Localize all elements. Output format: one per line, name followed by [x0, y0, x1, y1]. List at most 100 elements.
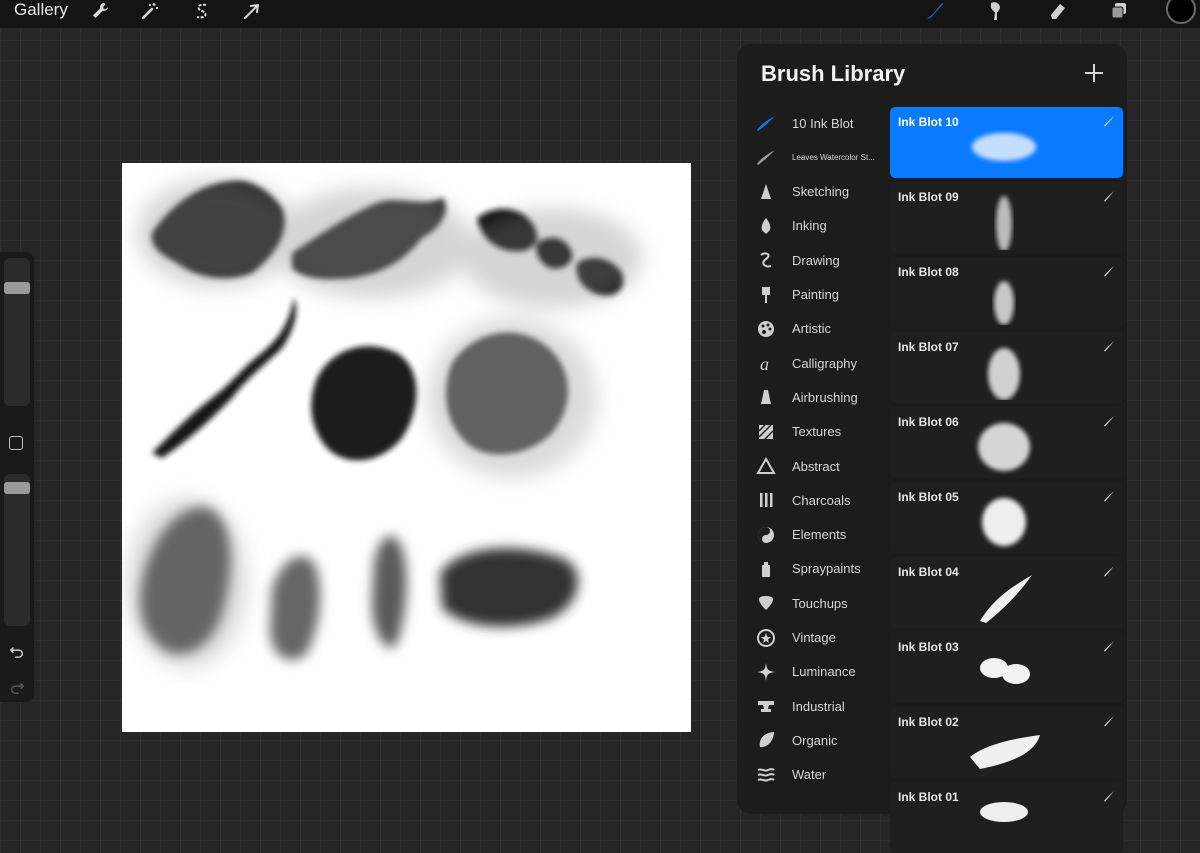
brush-set-item[interactable]: Sketching: [737, 175, 889, 209]
brush-item[interactable]: Ink Blot 06: [890, 407, 1123, 478]
brush-set-item[interactable]: Leaves Watercolor St...: [737, 140, 889, 174]
spray-can-icon: [755, 558, 777, 580]
brush-set-label: Airbrushing: [792, 389, 858, 405]
brush-set-item[interactable]: Inking: [737, 209, 889, 243]
brush-set-label: Charcoals: [792, 492, 851, 508]
brush-set-item[interactable]: Textures: [737, 415, 889, 449]
brush-stroke-preview: [940, 417, 1070, 475]
pen-nib-icon: [755, 215, 777, 237]
brush-size-thumb[interactable]: [4, 282, 30, 295]
layers-icon[interactable]: [1106, 0, 1132, 22]
brush-item[interactable]: Ink Blot 09: [890, 182, 1123, 253]
brush-stroke-preview: [940, 642, 1070, 700]
transform-arrow-icon[interactable]: [240, 0, 264, 22]
plus-icon[interactable]: [1083, 62, 1105, 84]
brush-set-label: Painting: [792, 287, 839, 302]
brush-item[interactable]: Ink Blot 01: [890, 782, 1123, 853]
brush-stroke-preview: [940, 117, 1070, 175]
color-picker-button[interactable]: [1166, 0, 1196, 24]
brush-set-label: Artistic: [792, 321, 831, 337]
brush-stroke-preview: [940, 792, 1070, 850]
brush-set-label: Touchups: [792, 595, 848, 611]
brush-size-slider[interactable]: [4, 258, 30, 406]
modify-button[interactable]: [9, 436, 23, 450]
brush-item[interactable]: Ink Blot 08: [890, 257, 1123, 328]
brush-stroke-preview: [940, 267, 1070, 325]
brush-type-icon: [1103, 639, 1115, 652]
left-sidebar: [0, 252, 34, 702]
palette-icon: [755, 318, 777, 340]
brush-set-item[interactable]: Artistic: [737, 312, 889, 346]
smudge-icon[interactable]: [982, 0, 1008, 22]
leaf-icon: [755, 729, 777, 751]
brush-item[interactable]: Ink Blot 07: [890, 332, 1123, 403]
ink-blot-artwork: [127, 178, 642, 668]
brush-type-icon: [1103, 489, 1115, 502]
brush-type-icon: [1103, 264, 1115, 277]
brush-set-label: Calligraphy: [792, 355, 858, 371]
brush-set-item[interactable]: Touchups: [737, 586, 889, 620]
undo-icon[interactable]: [8, 642, 26, 660]
selection-s-icon[interactable]: [190, 0, 214, 22]
brush-type-icon: [1103, 564, 1115, 577]
brush-stroke-preview: [940, 717, 1070, 775]
brush-item[interactable]: Ink Blot 10: [890, 107, 1123, 178]
brush-set-item[interactable]: Painting: [737, 278, 889, 312]
brush-set-item[interactable]: Spraypaints: [737, 552, 889, 586]
pencil-tip-icon: [755, 181, 777, 203]
brush-set-item[interactable]: Abstract: [737, 449, 889, 483]
brush-item[interactable]: Ink Blot 04: [890, 557, 1123, 628]
brush-type-icon: [1103, 414, 1115, 427]
brush-set-item[interactable]: Water: [737, 758, 889, 792]
brush-set-label: Spraypaints: [792, 561, 861, 577]
brush-set-item[interactable]: Organic: [737, 723, 889, 757]
brush-item[interactable]: Ink Blot 05: [890, 482, 1123, 553]
airbrush-icon: [755, 386, 777, 408]
touchup-icon: [755, 592, 777, 614]
wrench-icon[interactable]: [88, 0, 112, 22]
brush-type-icon: [1103, 339, 1115, 352]
brush-type-icon: [1103, 189, 1115, 202]
brush-set-label: Textures: [792, 424, 842, 440]
anvil-icon: [755, 695, 777, 717]
opacity-thumb[interactable]: [4, 482, 30, 495]
brush-set-item[interactable]: Luminance: [737, 655, 889, 689]
brush-set-item[interactable]: Drawing: [737, 243, 889, 277]
brush-set-label: Drawing: [792, 252, 840, 268]
brush-stroke-preview: [940, 342, 1070, 400]
brush-set-label: Abstract: [792, 458, 840, 474]
yin-yang-icon: [755, 524, 777, 546]
brush-set-item[interactable]: Charcoals: [737, 483, 889, 517]
brush-library-panel: Brush Library 10 Ink Blot Leaves Watercol…: [737, 44, 1127, 853]
brush-stroke-icon: [755, 146, 777, 168]
charcoal-icon: [755, 489, 777, 511]
redo-icon[interactable]: [8, 678, 26, 696]
brush-set-item[interactable]: 10 Ink Blot: [737, 106, 889, 140]
opacity-slider[interactable]: [4, 474, 30, 626]
brush-set-label: Inking: [792, 218, 827, 234]
brush-item[interactable]: Ink Blot 02: [890, 707, 1123, 778]
brush-set-item[interactable]: a Calligraphy: [737, 346, 889, 380]
brush-set-item[interactable]: Industrial: [737, 689, 889, 723]
drawing-canvas[interactable]: [122, 163, 691, 732]
star-badge-icon: [755, 627, 777, 649]
calligraphy-a-icon: a: [755, 352, 777, 374]
brush-item[interactable]: Ink Blot 03: [890, 632, 1123, 703]
triangle-icon: [755, 455, 777, 477]
gallery-button[interactable]: Gallery: [14, 0, 68, 20]
brush-stroke-preview: [940, 567, 1070, 625]
eraser-icon[interactable]: [1044, 0, 1070, 22]
brush-set-item[interactable]: Elements: [737, 518, 889, 552]
brush-set-label: Sketching: [792, 184, 850, 200]
brush-icon[interactable]: [922, 0, 948, 22]
texture-icon: [755, 421, 777, 443]
brush-stroke-preview: [940, 192, 1070, 252]
magic-wand-icon[interactable]: [138, 0, 162, 22]
brush-set-item[interactable]: Vintage: [737, 621, 889, 655]
brush-stroke-preview: [940, 492, 1070, 550]
brush-set-item[interactable]: Airbrushing: [737, 380, 889, 414]
panel-title: Brush Library: [761, 61, 906, 86]
sparkle-icon: [755, 661, 777, 683]
brush-set-label: 10 Ink Blot: [792, 115, 854, 131]
brush-type-icon: [1103, 789, 1115, 802]
